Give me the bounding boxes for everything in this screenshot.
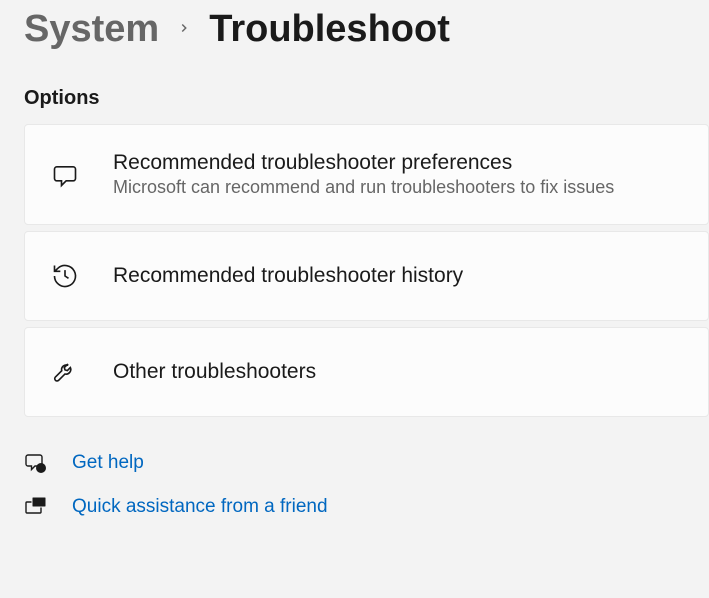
card-recommended-preferences[interactable]: Recommended troubleshooter preferences M…: [24, 124, 709, 225]
help-link-label: Get help: [72, 452, 144, 474]
screens-icon: [24, 495, 48, 519]
section-options-label: Options: [0, 51, 709, 124]
breadcrumb: System Troubleshoot: [0, 0, 709, 51]
card-title: Recommended troubleshooter preferences: [113, 151, 614, 175]
get-help-link[interactable]: ? Get help: [24, 451, 685, 475]
wrench-icon: [51, 358, 79, 386]
card-other-troubleshooters[interactable]: Other troubleshooters: [24, 327, 709, 417]
chevron-right-icon: [177, 18, 191, 41]
card-text: Recommended troubleshooter history: [113, 264, 463, 288]
help-link-label: Quick assistance from a friend: [72, 496, 328, 518]
quick-assist-link[interactable]: Quick assistance from a friend: [24, 495, 685, 519]
svg-text:?: ?: [39, 466, 43, 473]
card-title: Recommended troubleshooter history: [113, 264, 463, 288]
breadcrumb-parent[interactable]: System: [24, 8, 159, 51]
chat-icon: [51, 161, 79, 189]
card-text: Recommended troubleshooter preferences M…: [113, 151, 614, 198]
history-icon: [51, 262, 79, 290]
card-troubleshooter-history[interactable]: Recommended troubleshooter history: [24, 231, 709, 321]
card-subtitle: Microsoft can recommend and run troubles…: [113, 177, 614, 198]
card-text: Other troubleshooters: [113, 360, 316, 384]
help-links-section: ? Get help Quick assistance from a frien…: [0, 423, 709, 519]
card-title: Other troubleshooters: [113, 360, 316, 384]
page-title: Troubleshoot: [209, 8, 450, 51]
help-chat-icon: ?: [24, 451, 48, 475]
